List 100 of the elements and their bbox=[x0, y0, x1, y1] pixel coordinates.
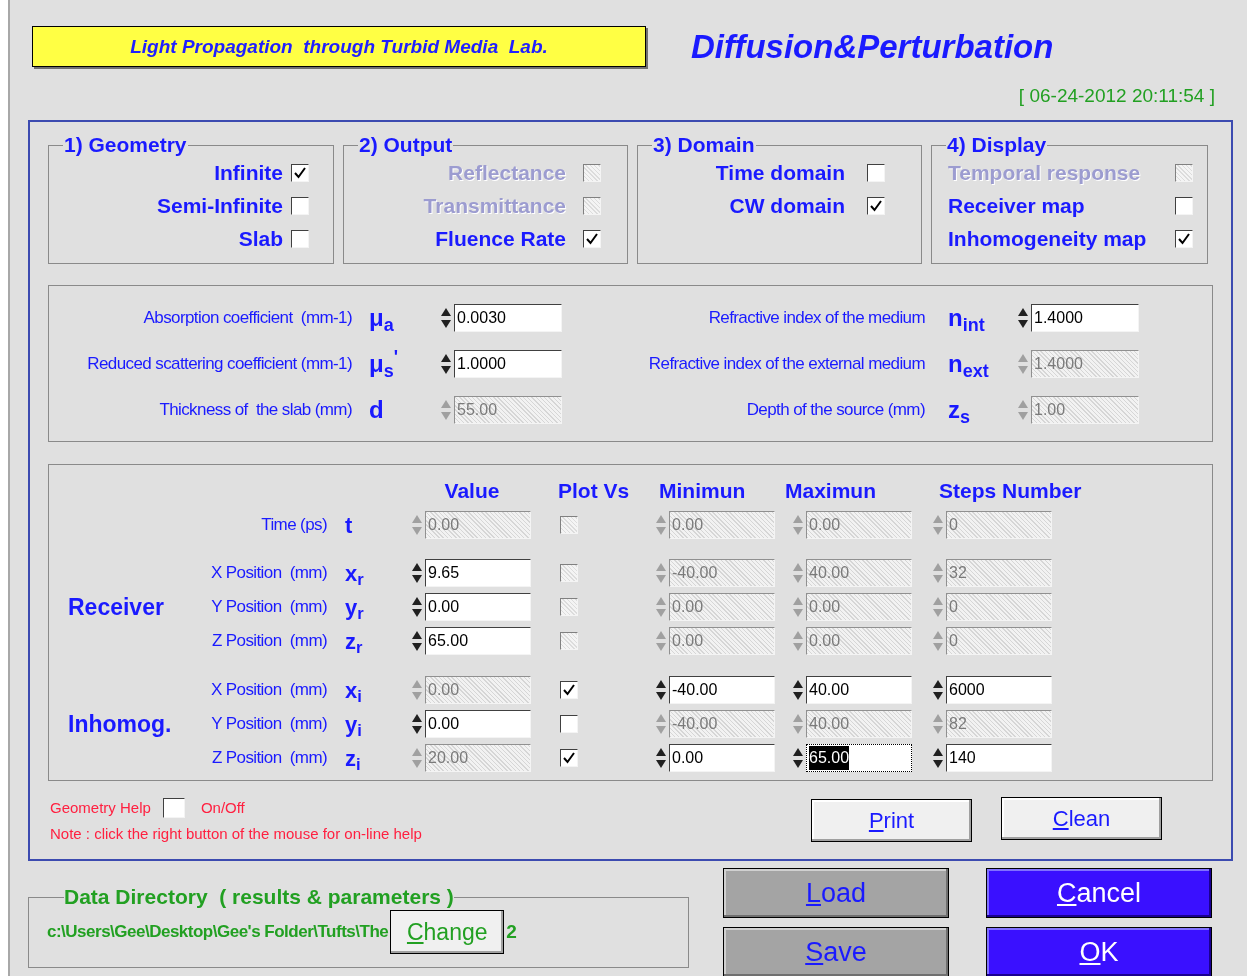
dialog-button[interactable]: OK bbox=[986, 927, 1212, 976]
row-symbol: y$_{r}$ bbox=[344, 593, 365, 624]
column-header: Steps Number bbox=[938, 478, 1083, 504]
row-label: Y Position (mm) bbox=[210, 713, 327, 736]
parameter-label: Refractive index of the medium bbox=[707, 307, 925, 330]
spin-field[interactable]: 0.00 bbox=[425, 710, 531, 738]
row-symbol: x$_{r}$ bbox=[344, 559, 365, 590]
parameter-label: Refractive index of the external medium bbox=[647, 353, 925, 376]
dialog-button[interactable]: Print bbox=[811, 799, 972, 842]
dialog-button[interactable]: Save bbox=[723, 927, 949, 976]
row-symbol: y$_{i}$ bbox=[344, 710, 363, 741]
row-symbol: t bbox=[344, 511, 354, 540]
help-note: Note : click the right button of the mouse for on-line help bbox=[50, 824, 422, 844]
spinner-icon[interactable] bbox=[1017, 306, 1029, 330]
spinner-icon[interactable] bbox=[655, 746, 667, 770]
parameter-symbol: n$_{ext}$ bbox=[947, 349, 990, 382]
help-state-label: On/Off bbox=[200, 797, 245, 818]
checkbox[interactable] bbox=[583, 230, 601, 248]
spinner-icon[interactable] bbox=[411, 561, 423, 585]
column-header: Minimun bbox=[658, 478, 747, 504]
parameter-label: Thickness of the slab (mm) bbox=[158, 399, 352, 422]
directory-path: 2 bbox=[506, 919, 517, 944]
spinner-icon[interactable] bbox=[440, 352, 452, 376]
column-header: Maximun bbox=[784, 478, 877, 504]
checkbox[interactable] bbox=[291, 197, 309, 215]
row-label: Y Position (mm) bbox=[210, 596, 327, 619]
spin-field[interactable]: 65.00 bbox=[425, 627, 531, 655]
checkbox[interactable] bbox=[560, 749, 578, 767]
parameter-label: Reduced scattering coefficient (mm-1) bbox=[86, 353, 352, 376]
row-symbol: z$_{r}$ bbox=[344, 627, 364, 658]
checkbox[interactable] bbox=[867, 197, 885, 215]
parameter-symbol: n$_{int}$ bbox=[947, 303, 986, 336]
spin-field[interactable]: 9.65 bbox=[425, 559, 531, 587]
spinner-icon[interactable] bbox=[440, 306, 452, 330]
help-label: Geometry Help bbox=[50, 797, 151, 818]
option-label: Receiver map bbox=[948, 195, 1086, 217]
spin-field[interactable]: -40.00 bbox=[669, 676, 775, 704]
checkbox[interactable] bbox=[291, 164, 309, 182]
parameter-label: Depth of the source (mm) bbox=[745, 399, 925, 422]
parameter-label: Absorption coefficient (mm-1) bbox=[142, 307, 352, 330]
option-label: Inhomogeneity map bbox=[948, 228, 1148, 250]
spin-field[interactable]: 0.0030 bbox=[454, 304, 562, 332]
app-title: Diffusion&Perturbation bbox=[691, 27, 1054, 67]
option-label: Time domain bbox=[714, 162, 845, 184]
spin-field[interactable]: 65.00 bbox=[806, 744, 912, 772]
group-title: 3) Domain bbox=[652, 134, 756, 156]
column-header: Value bbox=[443, 478, 501, 504]
option-label: CW domain bbox=[728, 195, 845, 217]
spinner-icon[interactable] bbox=[932, 746, 944, 770]
spinner-icon[interactable] bbox=[792, 678, 804, 702]
spinner-icon[interactable] bbox=[932, 678, 944, 702]
row-symbol: x$_{i}$ bbox=[344, 676, 363, 707]
checkbox[interactable] bbox=[162, 798, 185, 818]
checkbox[interactable] bbox=[560, 715, 578, 733]
section-title: Inhomog. bbox=[68, 709, 172, 739]
lab-title-banner: Light Propagation through Turbid Media Lab. bbox=[32, 26, 646, 68]
parameter-symbol: μ$_{a}$ bbox=[368, 303, 395, 336]
option-label: Semi-Infinite bbox=[156, 195, 283, 217]
option-label: Fluence Rate bbox=[434, 228, 566, 250]
spin-field[interactable]: 0.00 bbox=[669, 744, 775, 772]
group-title: 1) Geometry bbox=[63, 134, 188, 156]
spin-field[interactable]: 140 bbox=[946, 744, 1052, 772]
spin-field[interactable]: 1.0000 bbox=[454, 350, 562, 378]
group-title: Data Directory ( results & parameters ) bbox=[64, 886, 454, 908]
option-label: Slab bbox=[237, 228, 283, 250]
row-label: X Position (mm) bbox=[209, 562, 327, 585]
checkbox[interactable] bbox=[560, 681, 578, 699]
spinner-icon[interactable] bbox=[411, 595, 423, 619]
directory-path: c:\Users\Gee\Desktop\Gee's Folder\Tufts\The bbox=[47, 921, 389, 944]
spin-field[interactable]: 0.00 bbox=[425, 593, 531, 621]
dialog-button[interactable]: Load bbox=[723, 868, 949, 918]
option-label: Temporal response bbox=[948, 162, 1142, 184]
dialog-button[interactable]: Clean bbox=[1001, 797, 1162, 840]
row-label: X Position (mm) bbox=[209, 679, 327, 702]
spin-field[interactable]: 1.4000 bbox=[1031, 304, 1139, 332]
row-label: Time (ps) bbox=[260, 514, 327, 537]
column-header: Plot Vs bbox=[557, 478, 631, 504]
spin-field[interactable]: 40.00 bbox=[806, 676, 912, 704]
spin-field[interactable]: 6000 bbox=[946, 676, 1052, 704]
spinner-icon[interactable] bbox=[655, 678, 667, 702]
row-symbol: z$_{i}$ bbox=[344, 744, 362, 775]
row-label: Z Position (mm) bbox=[210, 747, 327, 770]
change-button[interactable]: Change bbox=[390, 910, 505, 954]
option-label: Infinite bbox=[213, 162, 283, 184]
checkbox[interactable] bbox=[291, 230, 309, 248]
checkbox[interactable] bbox=[1175, 197, 1193, 215]
checkbox[interactable] bbox=[867, 164, 885, 182]
checkbox[interactable] bbox=[1175, 230, 1193, 248]
dialog-button[interactable]: Cancel bbox=[986, 868, 1212, 918]
section-title: Receiver bbox=[68, 592, 164, 622]
option-label: Reflectance bbox=[447, 162, 566, 184]
spinner-icon[interactable] bbox=[411, 712, 423, 736]
spinner-icon[interactable] bbox=[792, 746, 804, 770]
parameter-symbol: d bbox=[368, 395, 385, 425]
group-title: 4) Display bbox=[946, 134, 1048, 156]
option-label: Transmittance bbox=[422, 195, 566, 217]
timestamp: [ 06-24-2012 20:11:54 ] bbox=[1018, 83, 1215, 108]
group-title: 2) Output bbox=[358, 134, 454, 156]
row-label: Z Position (mm) bbox=[210, 630, 327, 653]
spinner-icon[interactable] bbox=[411, 629, 423, 653]
